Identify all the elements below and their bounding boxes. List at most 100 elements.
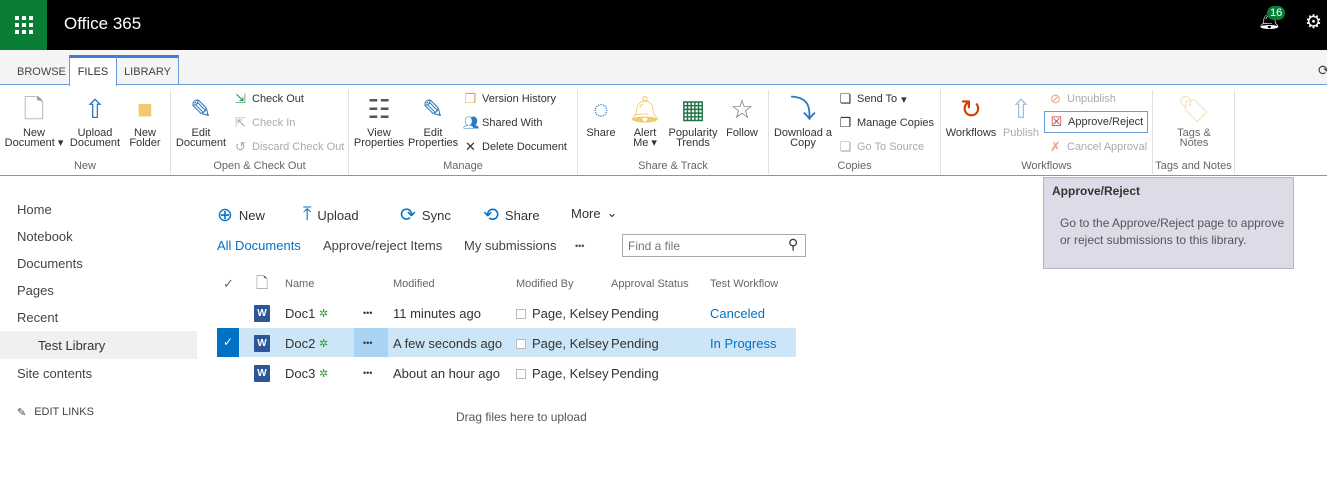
search-input[interactable] xyxy=(622,234,806,257)
go-to-source-icon: ❏ xyxy=(839,139,852,154)
more-views-button[interactable]: ••• xyxy=(575,241,584,251)
gear-icon[interactable]: ⚙ xyxy=(1305,11,1322,34)
suite-bar xyxy=(0,0,1327,50)
nav-test-library[interactable]: Test Library xyxy=(38,338,105,353)
view-all-documents[interactable]: All Documents xyxy=(217,238,301,253)
sync-button[interactable]: ⟳ Sync xyxy=(400,204,451,227)
nav-recent[interactable]: Recent xyxy=(17,310,58,325)
upload-icon: ⇧ xyxy=(84,94,106,124)
new-document-button[interactable]: 🗋 New Document ▾ xyxy=(3,90,65,149)
view-my-submissions[interactable]: My submissions xyxy=(464,238,556,253)
presence-checkbox[interactable] xyxy=(516,369,526,379)
focus-icon[interactable]: ⟳ xyxy=(1318,62,1327,79)
col-name[interactable]: Name xyxy=(285,278,314,290)
share-command-button[interactable]: ⟲ Share xyxy=(483,204,540,227)
ellipsis-menu-button[interactable]: ••• xyxy=(363,366,372,381)
tags-notes-button[interactable]: 🏷︎ Tags & Notes xyxy=(1168,90,1220,149)
sync-icon: ⟳ xyxy=(400,205,416,226)
check-out-button[interactable]: ⇲ Check Out xyxy=(233,91,304,107)
chevron-down-icon: ⌄ xyxy=(606,205,618,220)
tag-icon: 🏷︎ xyxy=(1177,94,1211,124)
share-button[interactable]: ◌ Share xyxy=(584,90,618,139)
presence-checkbox[interactable] xyxy=(516,339,526,349)
workflows-button[interactable]: ↻ Workflows xyxy=(944,90,998,139)
tooltip: Approve/Reject Go to the Approve/Reject … xyxy=(1043,177,1294,269)
col-test-workflow[interactable]: Test Workflow xyxy=(710,278,778,290)
edit-properties-button[interactable]: ✎ Edit Properties xyxy=(408,90,458,149)
nav-documents[interactable]: Documents xyxy=(17,256,83,271)
modified-cell: About an hour ago xyxy=(393,366,500,381)
file-name-link[interactable]: Doc3 xyxy=(285,366,315,381)
view-properties-button[interactable]: ☷ View Properties xyxy=(352,90,406,149)
tab-browse[interactable]: BROWSE xyxy=(17,66,66,78)
notification-badge: 16 xyxy=(1267,6,1286,20)
shared-with-button[interactable]: 👥︎ Shared With xyxy=(463,115,543,131)
pencil-icon: ✎ xyxy=(17,407,27,419)
modified-by-link[interactable]: Page, Kelsey xyxy=(532,366,609,381)
follow-button[interactable]: ☆ Follow xyxy=(724,90,760,139)
presence-checkbox[interactable] xyxy=(516,309,526,319)
app-title[interactable]: Office 365 xyxy=(64,14,141,34)
group-label-tags: Tags and Notes xyxy=(1155,160,1232,172)
tab-files[interactable]: FILES xyxy=(69,55,117,86)
file-name-link[interactable]: Doc2 xyxy=(285,336,315,351)
new-item-icon: ✲ xyxy=(319,308,329,320)
new-item-icon: ✲ xyxy=(319,338,329,350)
workflow-status-link[interactable]: Canceled xyxy=(710,306,765,321)
approve-reject-button[interactable]: ☒ Approve/Reject xyxy=(1044,111,1149,133)
app-launcher-button[interactable] xyxy=(0,0,47,50)
col-modified[interactable]: Modified xyxy=(393,278,435,290)
excel-icon: ▦ xyxy=(680,94,706,124)
alert-me-button[interactable]: 🔔︎ Alert Me ▾ xyxy=(628,90,662,149)
edit-document-button[interactable]: ✎ Edit Document xyxy=(174,90,228,149)
upload-button[interactable]: ⤒ Upload xyxy=(303,204,359,226)
tab-library[interactable]: LIBRARY xyxy=(116,55,179,85)
version-history-button[interactable]: ❐ Version History xyxy=(463,91,556,107)
more-button[interactable]: More ⌄ xyxy=(571,205,618,221)
discard-check-out-button[interactable]: ↺ Discard Check Out xyxy=(233,139,344,155)
col-approval-status[interactable]: Approval Status xyxy=(611,278,689,290)
cancel-approval-button[interactable]: ✗ Cancel Approval xyxy=(1048,139,1147,155)
workflow-icon: ↻ xyxy=(960,94,982,124)
bell-alert-icon: 🔔︎ xyxy=(628,94,662,124)
ribbon-tabs xyxy=(0,50,1327,85)
publish-button[interactable]: ⇧ Publish xyxy=(1001,90,1041,139)
download-copy-button[interactable]: ⤵ Download a Copy xyxy=(772,90,834,149)
row-checkbox-checked[interactable]: ✓ xyxy=(217,328,239,357)
nav-notebook[interactable]: Notebook xyxy=(17,229,73,244)
file-type-icon: 🗋 xyxy=(256,275,269,292)
popularity-trends-button[interactable]: ▦ Popularity Trends xyxy=(667,90,719,149)
workflow-status-link[interactable]: In Progress xyxy=(710,336,776,351)
modified-by-link[interactable]: Page, Kelsey xyxy=(532,306,609,321)
col-modified-by[interactable]: Modified By xyxy=(516,278,573,290)
ellipsis-menu-button[interactable]: ••• xyxy=(363,336,372,351)
upload-document-button[interactable]: ⇧ Upload Document xyxy=(68,90,122,149)
check-out-icon: ⇲ xyxy=(235,91,246,106)
send-to-button[interactable]: ❏ Send To ▾ xyxy=(838,91,907,107)
check-in-button[interactable]: ⇱ Check In xyxy=(233,115,295,131)
search-icon[interactable]: ⚲ xyxy=(788,236,798,253)
unpublish-button[interactable]: ⊘ Unpublish xyxy=(1048,91,1116,107)
select-all-check[interactable]: ✓ xyxy=(223,276,234,292)
delete-document-button[interactable]: ✕ Delete Document xyxy=(463,139,567,155)
nav-site-contents[interactable]: Site contents xyxy=(17,366,92,381)
ellipsis-menu-button[interactable]: ••• xyxy=(363,306,372,321)
manage-copies-button[interactable]: ❐ Manage Copies xyxy=(838,115,934,131)
edit-links-button[interactable]: ✎ EDIT LINKS xyxy=(17,406,94,419)
word-icon: W xyxy=(254,305,270,322)
go-to-source-button[interactable]: ❏ Go To Source xyxy=(838,139,924,155)
people-icon: 👥︎ xyxy=(463,115,480,130)
view-properties-icon: ☷ xyxy=(367,94,391,124)
view-approve-reject[interactable]: Approve/reject Items xyxy=(323,238,442,253)
download-icon: ⤵ xyxy=(789,94,816,124)
waffle-icon xyxy=(14,16,33,34)
file-name-link[interactable]: Doc1 xyxy=(285,306,315,321)
modified-by-link[interactable]: Page, Kelsey xyxy=(532,336,609,351)
new-folder-button[interactable]: ■ New Folder xyxy=(126,90,164,149)
nav-pages[interactable]: Pages xyxy=(17,283,54,298)
new-button[interactable]: ⊕ New xyxy=(217,204,265,227)
discard-icon: ↺ xyxy=(235,139,246,154)
word-icon: W xyxy=(254,335,270,352)
nav-home[interactable]: Home xyxy=(17,202,52,217)
cancel-approval-icon: ✗ xyxy=(1050,139,1061,154)
